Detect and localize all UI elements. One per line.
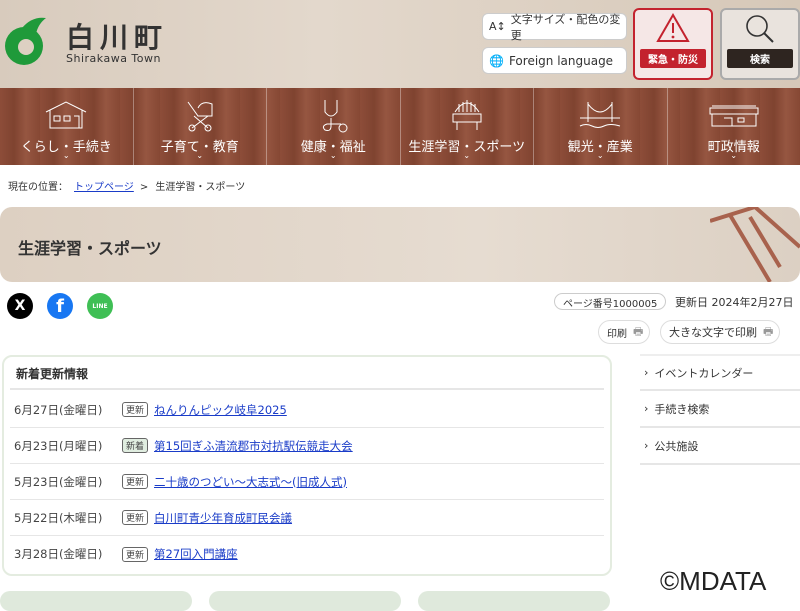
page-title-banner: 生涯学習・スポーツ	[0, 207, 800, 282]
text-size-button[interactable]: A↕ 文字サイズ・配色の変更	[482, 13, 627, 40]
breadcrumb-home-link[interactable]: トップページ	[74, 182, 134, 193]
emergency-label: 緊急・防災	[640, 49, 706, 68]
breadcrumb: 現在の位置： トップページ > 生涯学習・スポーツ	[8, 178, 245, 193]
category-card[interactable]	[0, 591, 192, 611]
x-icon: X	[15, 298, 26, 314]
chevron-down-icon: ⌄	[267, 151, 400, 160]
chevron-right-icon: ›	[644, 366, 648, 379]
side-menu: › イベントカレンダー › 手続き検索 › 公共施設	[640, 354, 800, 465]
nav-item-childcare[interactable]: 子育て・教育⌄	[133, 88, 267, 165]
news-badge: 更新	[122, 547, 148, 562]
news-link[interactable]: 第27回入門講座	[154, 546, 238, 562]
news-item: 6月23日(月曜日)新着第15回ぎふ清流郡市対抗駅伝競走大会	[10, 428, 604, 464]
stroller-icon	[180, 98, 220, 132]
side-link-event-calendar[interactable]: › イベントカレンダー	[640, 354, 800, 391]
bridge-icon	[578, 98, 622, 130]
chevron-down-icon: ⌄	[134, 151, 267, 160]
printer-icon: 🖶	[633, 323, 643, 342]
updated-date: 更新日 2024年2月27日	[675, 294, 794, 310]
news-link[interactable]: 第15回ぎふ清流郡市対抗駅伝競走大会	[154, 438, 353, 454]
news-item: 5月22日(木曜日)更新白川町青少年育成町民会議	[10, 500, 604, 536]
chevron-down-icon: ⌄	[401, 151, 534, 160]
side-link-label: 公共施設	[654, 438, 698, 454]
building-icon	[449, 98, 485, 132]
nav-item-town-government[interactable]: 町政情報⌄	[667, 88, 800, 165]
chevron-down-icon: ⌄	[668, 151, 800, 160]
news-item: 5月23日(金曜日)更新二十歳のつどい～大志式～(旧成人式)	[10, 464, 604, 500]
nav-item-tourism[interactable]: 観光・産業⌄	[533, 88, 667, 165]
watermark: ©MDATA	[660, 566, 766, 597]
news-item: 3月28日(金曜日)更新第27回入門講座	[10, 536, 604, 572]
print-large-label: 大きな文字で印刷	[669, 324, 757, 340]
chevron-down-icon: ⌄	[0, 151, 133, 160]
news-badge: 更新	[122, 402, 148, 417]
news-date: 5月23日(金曜日)	[10, 474, 122, 490]
emergency-button[interactable]: 緊急・防災	[633, 8, 713, 80]
print-large-button[interactable]: 大きな文字で印刷 🖶	[660, 320, 780, 344]
warning-icon	[656, 13, 690, 43]
news-badge: 新着	[122, 438, 148, 453]
breadcrumb-current: 生涯学習・スポーツ	[155, 182, 245, 193]
logo-subtitle: Shirakawa Town	[66, 52, 161, 65]
news-date: 6月23日(月曜日)	[10, 438, 122, 454]
foreign-language-label: Foreign language	[509, 54, 613, 68]
line-icon: LINE	[92, 303, 107, 310]
news-link[interactable]: 白川町青少年育成町民会議	[154, 510, 292, 526]
news-date: 6月27日(金曜日)	[10, 402, 122, 418]
breadcrumb-separator: >	[140, 182, 148, 193]
facebook-icon: f	[56, 296, 64, 317]
nav-item-living[interactable]: くらし・手続き⌄	[0, 88, 133, 165]
stethoscope-icon	[315, 98, 351, 134]
news-badge: 更新	[122, 510, 148, 525]
search-label: 検索	[727, 49, 793, 68]
news-panel: 新着更新情報 6月27日(金曜日)更新ねんりんピック岐阜20256月23日(月曜…	[2, 355, 612, 576]
text-size-label: 文字サイズ・配色の変更	[511, 11, 626, 43]
category-card[interactable]	[209, 591, 401, 611]
page-title: 生涯学習・スポーツ	[18, 235, 162, 259]
category-card[interactable]	[418, 591, 610, 611]
search-button[interactable]: 検索	[720, 8, 800, 80]
side-link-procedure-search[interactable]: › 手続き検索	[640, 391, 800, 428]
decorative-roof-icon	[710, 207, 800, 282]
house-icon	[42, 98, 90, 130]
news-date: 5月22日(木曜日)	[10, 510, 122, 526]
news-badge: 更新	[122, 474, 148, 489]
chevron-down-icon: ⌄	[534, 151, 667, 160]
nav-item-lifelong-learning[interactable]: 生涯学習・スポーツ⌄	[400, 88, 534, 165]
line-share-button[interactable]: LINE	[87, 293, 113, 319]
nav-item-health[interactable]: 健康・福祉⌄	[266, 88, 400, 165]
x-share-button[interactable]: X	[7, 293, 33, 319]
printer-icon: 🖶	[763, 323, 773, 342]
side-link-public-facilities[interactable]: › 公共施設	[640, 428, 800, 465]
side-link-label: 手続き検索	[654, 401, 709, 417]
news-link[interactable]: 二十歳のつどい～大志式～(旧成人式)	[154, 474, 347, 490]
print-label: 印刷	[607, 325, 627, 340]
townhall-icon	[708, 98, 760, 128]
news-date: 3月28日(金曜日)	[10, 546, 122, 562]
search-icon	[743, 13, 777, 45]
facebook-share-button[interactable]: f	[47, 293, 73, 319]
main-nav: くらし・手続き⌄ 子育て・教育⌄ 健康・福祉⌄ 生涯学習・スポーツ⌄ 観光・産業…	[0, 88, 800, 165]
news-title: 新着更新情報	[10, 357, 604, 390]
globe-icon: 🌐	[489, 54, 504, 68]
news-item: 6月27日(金曜日)更新ねんりんピック岐阜2025	[10, 392, 604, 428]
side-link-label: イベントカレンダー	[654, 365, 753, 381]
text-size-icon: A↕	[489, 20, 506, 33]
breadcrumb-prefix: 現在の位置：	[8, 182, 68, 193]
town-logo-icon	[2, 14, 48, 66]
site-header: 白川町 Shirakawa Town A↕ 文字サイズ・配色の変更 🌐 Foreig…	[0, 0, 800, 88]
page-number: ページ番号1000005	[554, 293, 666, 310]
chevron-right-icon: ›	[644, 402, 648, 415]
foreign-language-button[interactable]: 🌐 Foreign language	[482, 47, 627, 74]
news-link[interactable]: ねんりんピック岐阜2025	[154, 402, 287, 418]
logo-title[interactable]: 白川町	[66, 16, 168, 56]
print-button[interactable]: 印刷 🖶	[598, 320, 650, 344]
chevron-right-icon: ›	[644, 439, 648, 452]
